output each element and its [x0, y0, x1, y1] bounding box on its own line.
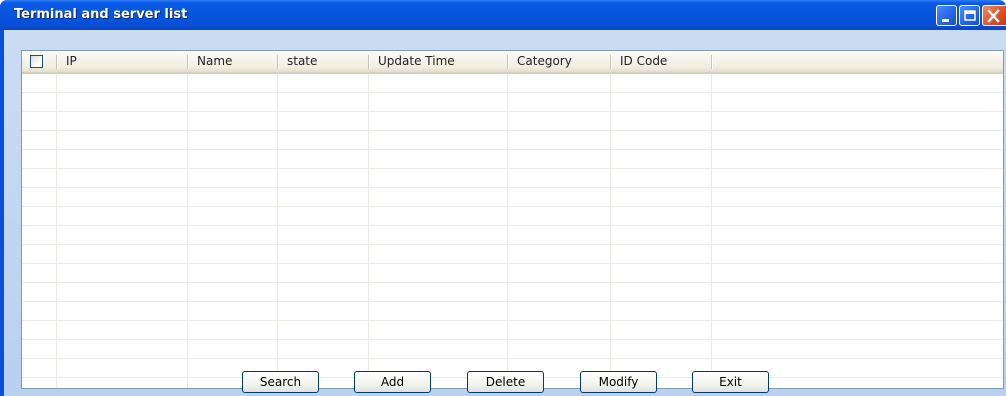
column-header-update-time[interactable]: Update Time: [369, 51, 507, 72]
empty-table-row[interactable]: [22, 207, 1003, 226]
column-gridline: [187, 74, 188, 388]
terminal-server-list-window: Terminal and server list IP Name state U…: [0, 0, 1006, 396]
add-button[interactable]: Add: [354, 371, 431, 393]
select-all-checkbox[interactable]: [30, 55, 43, 68]
empty-table-row[interactable]: [22, 264, 1003, 283]
table-body[interactable]: [22, 74, 1003, 388]
empty-table-row[interactable]: [22, 226, 1003, 245]
empty-table-row[interactable]: [22, 112, 1003, 131]
column-header-ip[interactable]: IP: [57, 51, 187, 72]
column-header-state[interactable]: state: [278, 51, 368, 72]
search-button[interactable]: Search: [242, 371, 319, 393]
column-gridline: [368, 74, 369, 388]
exit-button[interactable]: Exit: [692, 371, 769, 393]
action-button-bar: Search Add Delete Modify Exit: [4, 368, 1006, 396]
column-header-id-code[interactable]: ID Code: [611, 51, 711, 72]
empty-table-row[interactable]: [22, 150, 1003, 169]
close-button[interactable]: [982, 5, 1006, 26]
empty-table-row[interactable]: [22, 245, 1003, 264]
maximize-button[interactable]: [959, 5, 980, 26]
empty-table-row[interactable]: [22, 340, 1003, 359]
window-title: Terminal and server list: [14, 7, 188, 22]
empty-table-row[interactable]: [22, 302, 1003, 321]
column-gridline: [507, 74, 508, 388]
column-header-name[interactable]: Name: [188, 51, 277, 72]
title-bar[interactable]: Terminal and server list: [0, 0, 1006, 30]
column-gridline: [711, 74, 712, 388]
column-header-category[interactable]: Category: [508, 51, 610, 72]
empty-table-row[interactable]: [22, 169, 1003, 188]
empty-table-row[interactable]: [22, 188, 1003, 207]
delete-button[interactable]: Delete: [467, 371, 544, 393]
empty-table-row[interactable]: [22, 131, 1003, 150]
column-gridline: [610, 74, 611, 388]
empty-table-row[interactable]: [22, 74, 1003, 93]
minimize-button[interactable]: [936, 5, 957, 26]
column-gridline: [277, 74, 278, 388]
minimize-icon: [942, 19, 949, 22]
table-header: IP Name state Update Time Category ID Co…: [22, 51, 1003, 74]
maximize-icon: [964, 10, 976, 21]
close-icon: [987, 9, 1000, 23]
column-separator[interactable]: [711, 55, 712, 69]
server-list-table[interactable]: IP Name state Update Time Category ID Co…: [21, 50, 1004, 389]
window-client-area: IP Name state Update Time Category ID Co…: [4, 30, 1006, 396]
empty-table-row[interactable]: [22, 321, 1003, 340]
modify-button[interactable]: Modify: [580, 371, 657, 393]
empty-table-row[interactable]: [22, 93, 1003, 112]
empty-table-row[interactable]: [22, 283, 1003, 302]
column-gridline: [56, 74, 57, 388]
